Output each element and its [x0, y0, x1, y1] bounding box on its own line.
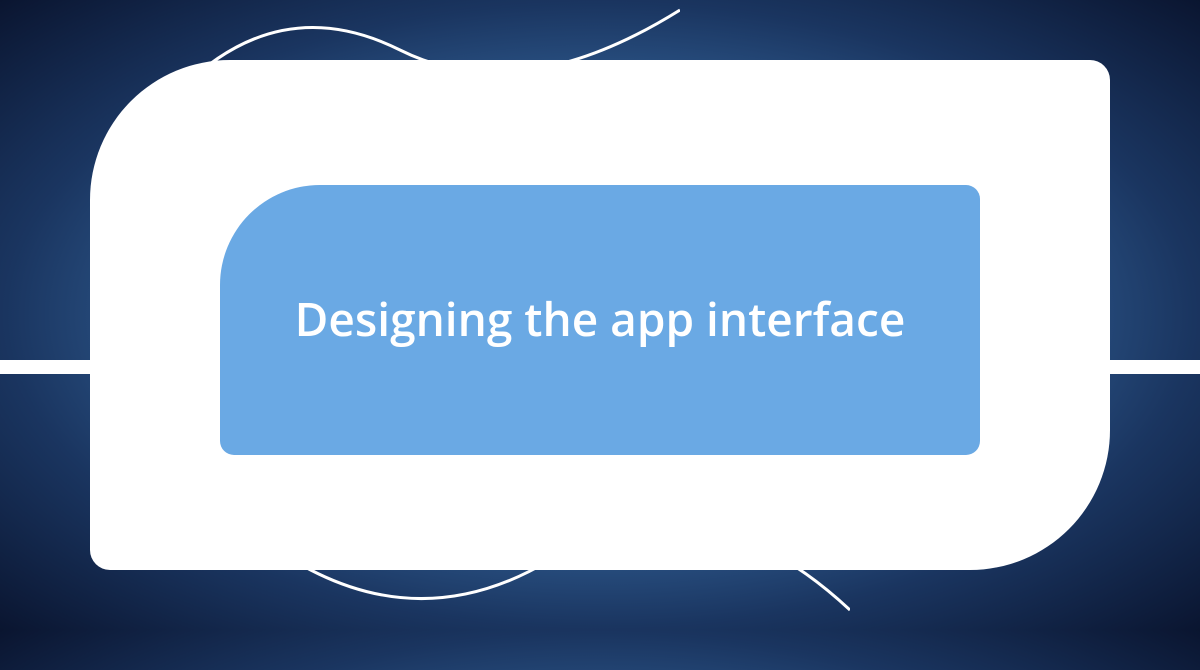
card-title: Designing the app interface	[235, 291, 966, 349]
outer-card: Designing the app interface	[90, 60, 1110, 570]
inner-card: Designing the app interface	[220, 185, 980, 455]
